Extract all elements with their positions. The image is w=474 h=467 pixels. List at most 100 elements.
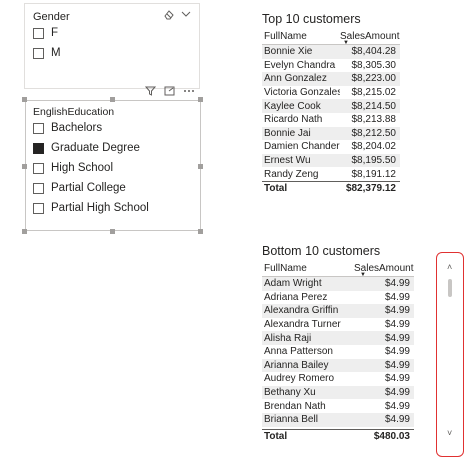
column-header-fullname[interactable]: FullName [262, 31, 340, 42]
cell-salesamount: $8,215.02 [351, 87, 397, 99]
table-row[interactable]: Arianna Bailey $4.99 [262, 358, 414, 373]
cell-salesamount: $8,204.02 [351, 141, 397, 153]
table-row[interactable]: Alexandra Turner $4.99 [262, 318, 414, 332]
total-value: $82,379.12 [345, 182, 396, 194]
resize-handle[interactable] [22, 229, 27, 234]
gender-option-label: M [51, 47, 61, 59]
education-slicer-title: EnglishEducation [33, 106, 115, 118]
cell-fullname: Evelyn Chandra [264, 59, 336, 71]
table-header: FullName SalesAmount ▼ [262, 261, 414, 278]
cell-salesamount: $4.99 [384, 278, 410, 290]
table-row[interactable]: Bethany Xu $4.99 [262, 385, 414, 400]
cell-salesamount: $8,404.28 [351, 46, 397, 58]
cell-fullname: Audrey Romero [264, 373, 335, 385]
education-slicer: EnglishEducation Bachelors Graduate Degr… [25, 100, 201, 231]
resize-handle[interactable] [110, 229, 115, 234]
cell-fullname: Alexandra Turner [264, 319, 341, 331]
table-row[interactable]: Ernest Wu $8,195.50 [262, 153, 400, 168]
resize-handle[interactable] [110, 97, 115, 102]
cell-fullname: Bonnie Xie [264, 46, 313, 58]
gender-option-label: F [51, 27, 59, 39]
gender-slicer-title: Gender [33, 11, 70, 23]
sort-descending-icon: ▼ [343, 40, 349, 46]
bottom-table-title: Bottom 10 customers [262, 244, 381, 258]
cell-fullname: Bethany Xu [264, 387, 316, 399]
checkbox[interactable] [33, 162, 44, 174]
checkbox-checked[interactable] [33, 142, 44, 154]
top-customers-table: FullName SalesAmount ▼ Bonnie Xie $8,404.… [262, 29, 400, 195]
checkbox[interactable] [33, 182, 44, 194]
cell-salesamount: $4.99 [384, 291, 410, 303]
table-row[interactable]: Audrey Romero $4.99 [262, 372, 414, 386]
cell-salesamount: $4.99 [384, 332, 410, 344]
top-table-title: Top 10 customers [262, 12, 361, 26]
checkbox[interactable] [33, 27, 44, 39]
table-row[interactable]: Adriana Perez $4.99 [262, 291, 414, 305]
column-header-fullname[interactable]: FullName [262, 263, 354, 274]
table-row[interactable]: Alexandra Griffin $4.99 [262, 304, 414, 318]
cell-salesamount: $4.99 [384, 373, 410, 385]
table-row[interactable]: Bonnie Xie $8,404.28 [262, 45, 400, 59]
scroll-up-icon[interactable]: ˄ [447, 262, 452, 272]
education-option-partial-college[interactable]: Partial College [33, 182, 126, 194]
checkbox[interactable] [33, 47, 44, 59]
table-row[interactable]: Damien Chander $8,204.02 [262, 140, 400, 154]
gender-slicer: Gender F M [24, 3, 200, 89]
cell-salesamount: $4.99 [384, 400, 410, 412]
resize-handle[interactable] [198, 97, 203, 102]
education-option-bachelors[interactable]: Bachelors [33, 122, 102, 134]
focus-mode-icon[interactable] [164, 86, 175, 99]
cell-salesamount: $8,213.88 [351, 114, 397, 126]
table-header: FullName SalesAmount ▼ [262, 29, 400, 46]
gender-slicer-tools [163, 9, 191, 23]
table-row[interactable]: Victoria Gonzales $8,215.02 [262, 86, 400, 100]
table-row[interactable]: Evelyn Chandra $8,305.30 [262, 59, 400, 73]
bottom-customers-table: FullName SalesAmount ▼ Adam Wright $4.99 A… [262, 261, 414, 443]
table-total-row: Total $82,379.12 [262, 180, 400, 195]
table-row[interactable]: Kaylee Cook $8,214.50 [262, 99, 400, 113]
table-row[interactable]: Adam Wright $4.99 [262, 277, 414, 291]
education-option-high-school[interactable]: High School [33, 162, 113, 174]
cell-fullname: Anna Patterson [264, 346, 333, 358]
education-option-label: Graduate Degree [51, 142, 140, 154]
more-options-icon[interactable] [183, 86, 195, 99]
cell-salesamount: $8,305.30 [351, 59, 397, 71]
total-label: Total [264, 431, 288, 442]
table-body: Bonnie Xie $8,404.28 Evelyn Chandra $8,305.… [262, 45, 400, 181]
table-row[interactable]: Brianna Bell $4.99 [262, 412, 414, 427]
cell-salesamount: $4.99 [384, 359, 410, 371]
eraser-icon[interactable] [163, 9, 175, 23]
cell-fullname: Adriana Perez [264, 291, 328, 303]
checkbox[interactable] [33, 122, 44, 134]
cell-fullname: Kaylee Cook [264, 100, 321, 112]
resize-handle[interactable] [198, 229, 203, 234]
education-option-partial-high-school[interactable]: Partial High School [33, 202, 149, 214]
table-row[interactable]: Anna Patterson $4.99 [262, 345, 414, 359]
gender-option-f[interactable]: F [33, 27, 58, 39]
table-row[interactable]: Bonnie Jai $8,212.50 [262, 126, 400, 141]
cell-salesamount: $4.99 [384, 414, 410, 426]
table-total-row: Total $480.03 [262, 429, 414, 443]
education-option-label: High School [51, 162, 114, 174]
table-row[interactable]: Randy Zeng $8,191.12 [262, 167, 400, 181]
filter-icon[interactable] [144, 86, 157, 99]
table-row[interactable]: Ricardo Nath $8,213.88 [262, 113, 400, 127]
table-row[interactable]: Alisha Raji $4.99 [262, 331, 414, 345]
gender-option-m[interactable]: M [33, 47, 61, 59]
chevron-down-icon[interactable] [181, 9, 191, 23]
table-row[interactable]: Brendan Nath $4.99 [262, 399, 414, 413]
cell-salesamount: $4.99 [384, 387, 410, 399]
education-option-graduate-degree[interactable]: Graduate Degree [33, 142, 140, 154]
cell-fullname: Ann Gonzalez [264, 73, 327, 85]
checkbox[interactable] [33, 202, 44, 214]
scrollbar-thumb[interactable] [448, 279, 452, 297]
resize-handle[interactable] [22, 164, 27, 169]
scroll-down-icon[interactable]: ˅ [447, 428, 452, 438]
education-option-label: Partial College [51, 182, 126, 194]
table-row[interactable]: Ann Gonzalez $8,223.00 [262, 72, 400, 86]
resize-handle[interactable] [22, 97, 27, 102]
cell-salesamount: $8,214.50 [351, 100, 397, 112]
visual-header-tools [144, 86, 195, 99]
cell-fullname: Alisha Raji [264, 332, 312, 344]
resize-handle[interactable] [198, 164, 203, 169]
